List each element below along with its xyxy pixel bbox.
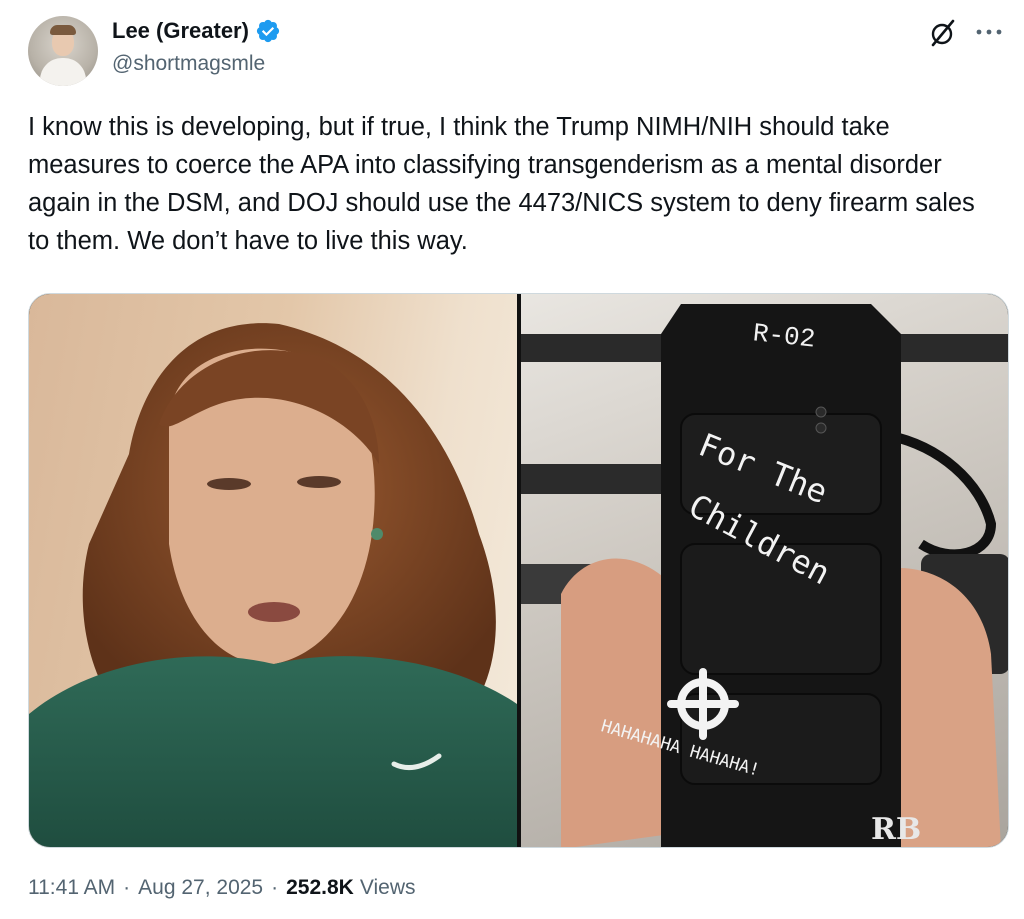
author-handle[interactable]: @shortmagsmle [112, 52, 265, 76]
author-name-row: Lee (Greater) [112, 16, 281, 46]
avatar-shirt [40, 58, 86, 86]
grok-slash-circle-icon[interactable] [928, 18, 958, 48]
meta-separator-2: · [271, 876, 279, 899]
tweet-date[interactable]: Aug 27, 2025 [138, 876, 263, 900]
more-dots-icon[interactable] [972, 20, 1006, 44]
views-count[interactable]: 252.8K [286, 876, 354, 900]
verified-badge-icon[interactable] [255, 18, 281, 44]
tweet-text: I know this is developing, but if true, … [28, 113, 975, 255]
tweet-card: Lee (Greater) @shortmagsmle I know this … [0, 0, 1024, 919]
magazine-photo-illustration: R-02 For The Children HAHAHAHA HAHAHA! R… [521, 304, 1008, 847]
author-display-name[interactable]: Lee (Greater) [112, 18, 249, 44]
person-photo-illustration [29, 323, 517, 847]
views-label: Views [359, 876, 416, 899]
watermark-logo: RB [871, 812, 921, 847]
avatar-hair [50, 25, 76, 35]
tweet-time[interactable]: 11:41 AM [28, 876, 115, 900]
tweet-meta-row: 11:41 AM · Aug 27, 2025 · 252.8K Views [28, 876, 415, 900]
media-photo-right[interactable]: R-02 For The Children HAHAHAHA HAHAHA! R… [521, 294, 1008, 847]
media-grid[interactable]: R-02 For The Children HAHAHAHA HAHAHA! R… [28, 293, 1009, 848]
meta-separator: · [123, 876, 131, 899]
avatar[interactable] [28, 16, 98, 86]
media-photo-left[interactable] [29, 294, 517, 847]
